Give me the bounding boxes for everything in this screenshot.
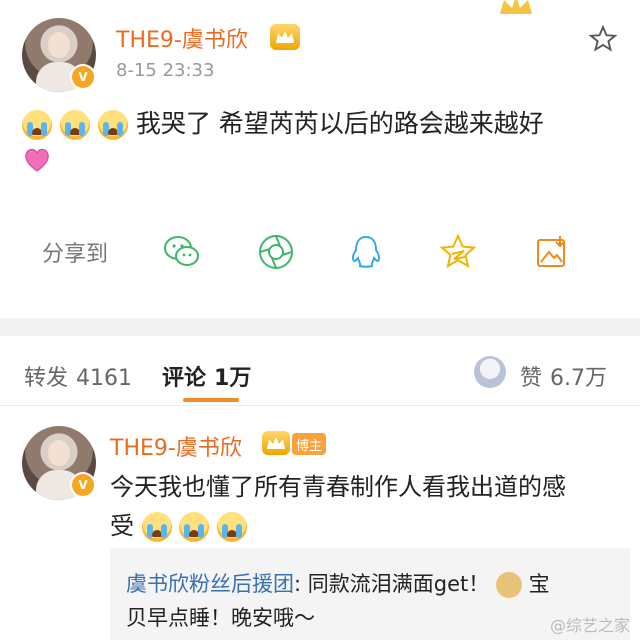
blogger-badge: 博主 [292,433,326,455]
share-label: 分享到 [42,242,109,267]
post-author-name[interactable]: THE9-虞书欣 [116,22,248,54]
watermark: @综艺之家 [549,616,630,635]
reply-line-1: 虞书欣粉丝后援团: 同款流泪满面get！ 宝 [126,568,550,598]
save-image-icon[interactable] [532,232,572,272]
doge-emoji-icon [495,572,522,598]
tab-likes[interactable]: 赞 6.7万 [520,360,607,392]
verified-badge-icon: V [70,64,96,90]
reply-author-name[interactable]: 虞书欣粉丝后援团 [126,572,294,596]
crying-emoji-icon [179,512,210,542]
share-row: 分享到 [42,232,622,272]
favorite-star-icon[interactable] [588,24,618,54]
moments-icon[interactable] [256,232,296,272]
tab-comments[interactable]: 评论 1万 [162,360,251,392]
post-text: 我哭了 希望芮芮以后的路会越来越好 [135,109,544,138]
vip-crown-icon [270,24,300,50]
tabs-divider [0,405,640,406]
tab-repost[interactable]: 转发 4161 [24,360,132,392]
crown-decoration-icon [500,0,532,14]
reply-text: : 同款流泪满面get！ [294,572,490,596]
crying-emoji-icon [141,512,172,542]
comment-author-name[interactable]: THE9-虞书欣 [110,430,242,462]
wechat-icon[interactable] [162,232,202,272]
reply-line-2: 贝早点睡！晚安哦～ [126,606,315,630]
post-text-line-2 [22,144,52,175]
qq-icon[interactable] [346,232,386,272]
qzone-icon[interactable] [438,232,478,272]
liker-avatar [474,356,506,388]
reply-text-tail: 宝 [528,572,550,596]
section-divider [0,318,640,336]
crying-emoji-icon [59,110,90,140]
verified-badge-icon: V [70,472,96,498]
crying-emoji-icon [97,110,128,140]
post-text-line: 我哭了 希望芮芮以后的路会越来越好 [22,104,544,140]
comment-text-line-1: 今天我也懂了所有青春制作人看我出道的感 [110,473,566,501]
active-tab-indicator [183,398,239,402]
pink-heart-icon [25,148,49,172]
crying-emoji-icon [22,110,52,140]
crying-emoji-icon [216,512,247,542]
post-timestamp: 8-15 23:33 [116,60,215,81]
comment-text-line-2: 受 [110,506,247,542]
vip-crown-icon [262,431,290,455]
